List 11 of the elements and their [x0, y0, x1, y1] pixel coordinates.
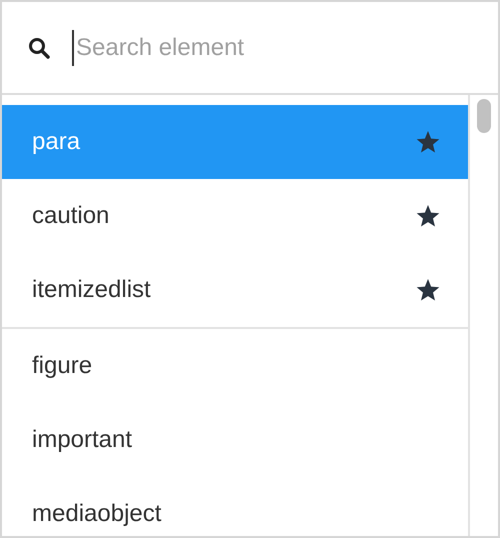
element-item[interactable]: figure: [2, 329, 468, 403]
search-icon: [28, 36, 50, 58]
star-icon: [416, 130, 440, 154]
element-item[interactable]: important: [2, 403, 468, 477]
search-field[interactable]: Search element: [72, 30, 482, 66]
scrollbar-thumb[interactable]: [477, 99, 491, 133]
element-item[interactable]: caution: [2, 179, 468, 253]
star-icon: [416, 278, 440, 302]
element-item[interactable]: itemizedlist: [2, 253, 468, 327]
element-item[interactable]: mediaobject: [2, 477, 468, 536]
star-icon: [416, 204, 440, 228]
